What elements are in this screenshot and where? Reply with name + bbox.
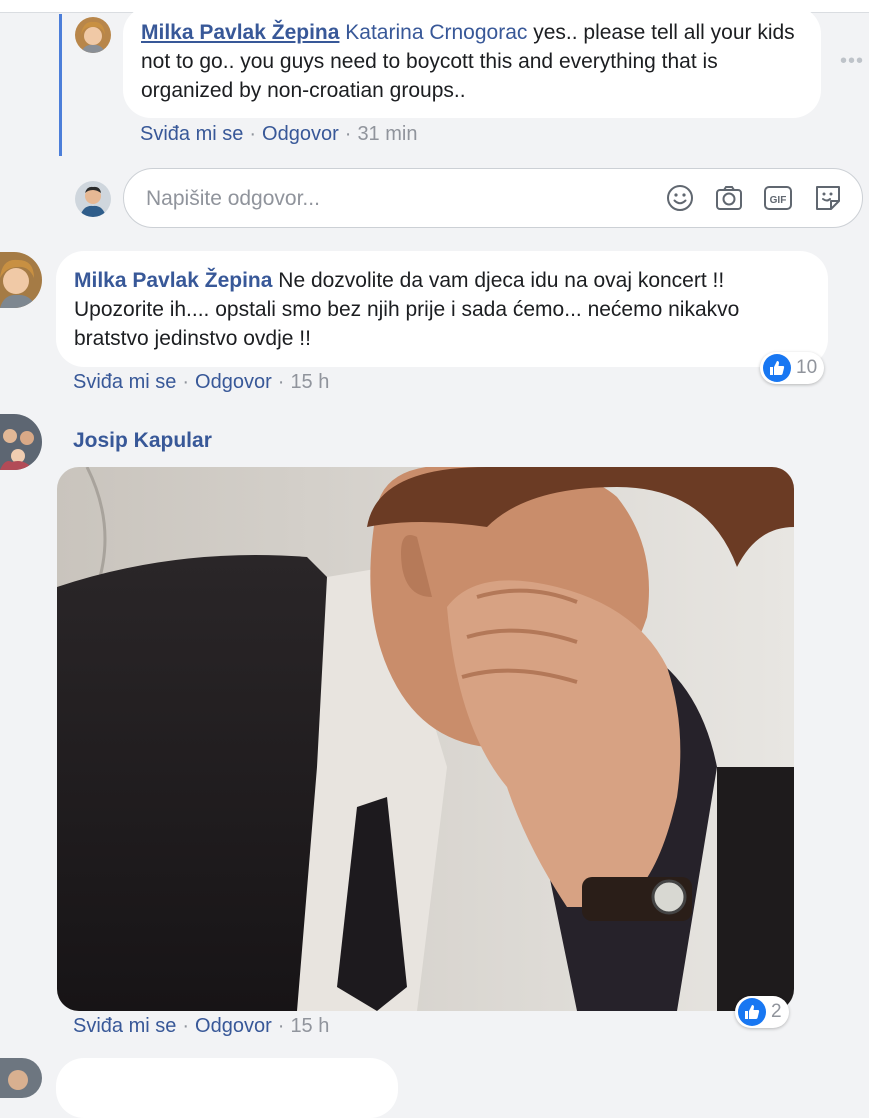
milka-comment-avatar[interactable] — [0, 252, 42, 308]
photo-reaction-count[interactable]: 2 — [735, 996, 789, 1028]
comment-bubble: Milka Pavlak Žepina Ne dozvolite da vam … — [56, 251, 828, 367]
reply-thread-line — [59, 14, 62, 156]
photo-like-count: 2 — [771, 1001, 782, 1022]
next-comment-avatar[interactable] — [0, 1058, 42, 1098]
reply-like-button[interactable]: Sviđa mi se — [140, 123, 243, 145]
like-reaction-icon — [763, 354, 791, 382]
current-user-avatar — [75, 181, 111, 217]
gif-icon[interactable]: GIF — [762, 182, 794, 214]
reply-bubble: Milka Pavlak Žepina Katarina Crnogorac y… — [123, 6, 821, 118]
reply-author-link[interactable]: Milka Pavlak Žepina — [141, 21, 339, 44]
milka-reply-avatar[interactable] — [75, 17, 111, 53]
comment-actions: Sviđa mi se · Odgovor · 15 h — [73, 371, 330, 393]
photo-like-button[interactable]: Sviđa mi se — [73, 1015, 176, 1037]
svg-text:GIF: GIF — [770, 195, 787, 206]
josip-author-link[interactable]: Josip Kapular — [73, 429, 212, 453]
photo-comment-actions: Sviđa mi se · Odgovor · 15 h — [73, 1015, 330, 1037]
reply-actions: Sviđa mi se · Odgovor · 31 min — [140, 123, 418, 145]
comment-like-button[interactable]: Sviđa mi se — [73, 371, 176, 393]
comment-like-count: 10 — [796, 357, 818, 378]
more-options-icon[interactable]: ••• — [840, 50, 864, 73]
comment-reaction-count[interactable]: 10 — [760, 352, 825, 384]
facepalm-photo[interactable] — [57, 467, 794, 1011]
comment-author-link[interactable]: Milka Pavlak Žepina — [74, 269, 272, 292]
comment-reply-button[interactable]: Odgovor — [195, 371, 272, 393]
camera-icon[interactable] — [713, 182, 745, 214]
reply-input[interactable] — [144, 183, 628, 215]
sticker-icon[interactable] — [812, 182, 844, 214]
next-comment-bubble — [56, 1058, 398, 1118]
photo-reply-button[interactable]: Odgovor — [195, 1015, 272, 1037]
emoji-icon[interactable] — [664, 182, 696, 214]
reply-mention-link[interactable]: Katarina Crnogorac — [345, 21, 527, 44]
comment-timestamp[interactable]: 15 h — [290, 371, 329, 393]
josip-avatar[interactable] — [0, 414, 42, 470]
reply-composer[interactable]: GIF — [123, 168, 863, 228]
photo-timestamp[interactable]: 15 h — [290, 1015, 329, 1037]
reply-reply-button[interactable]: Odgovor — [262, 123, 339, 145]
like-reaction-icon — [738, 998, 766, 1026]
reply-timestamp[interactable]: 31 min — [357, 123, 417, 145]
